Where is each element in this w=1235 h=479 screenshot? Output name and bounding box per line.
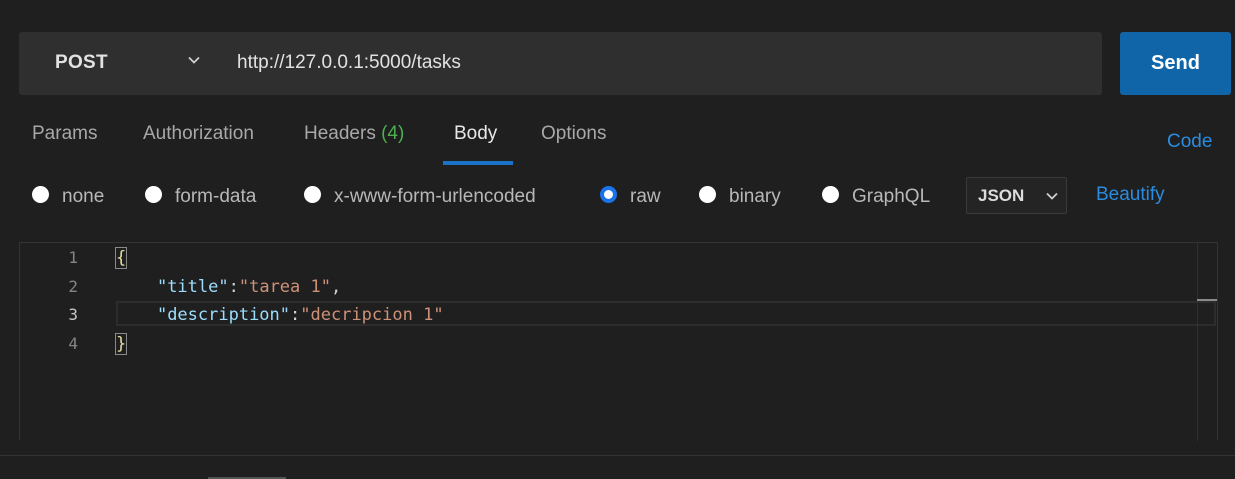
format-dropdown[interactable]: JSON <box>966 177 1067 214</box>
send-button[interactable]: Send <box>1120 32 1231 95</box>
json-colon: : <box>228 277 239 297</box>
tab-label: Authorization <box>143 123 254 144</box>
radio-label-form-data[interactable]: form-data <box>175 186 256 208</box>
line-number: 1 <box>68 248 78 267</box>
radio-label-none[interactable]: none <box>62 186 104 208</box>
scrollbar-cursor-marker <box>1197 299 1217 301</box>
editor-scrollbar[interactable] <box>1197 243 1198 441</box>
radio-graphql[interactable] <box>822 186 839 203</box>
active-tab-indicator <box>443 161 513 165</box>
tab-label: Options <box>541 123 607 144</box>
url-bar: POST http://127.0.0.1:5000/tasks <box>19 32 1102 95</box>
radio-label-graphql[interactable]: GraphQL <box>852 186 930 208</box>
json-colon: : <box>290 305 301 325</box>
code-line-3[interactable]: "description":"decripcion 1" <box>116 305 444 325</box>
tab-label: Params <box>32 123 98 144</box>
tab-headers[interactable]: Headers (4) <box>304 123 404 145</box>
line-number: 2 <box>68 277 78 296</box>
tab-options[interactable]: Options <box>541 123 606 145</box>
tab-body[interactable]: Body <box>454 123 497 145</box>
code-line-1[interactable]: { <box>114 247 128 269</box>
json-string-value: "decripcion 1" <box>300 305 444 325</box>
radio-label-raw[interactable]: raw <box>630 186 661 208</box>
line-number: 4 <box>68 334 78 353</box>
method-dropdown[interactable]: POST <box>19 32 219 95</box>
tab-label: Body <box>454 123 498 144</box>
tab-params[interactable]: Params <box>32 123 97 145</box>
code-line-4[interactable]: } <box>114 333 128 355</box>
body-editor[interactable]: 1 2 3 4 { "title":"tarea 1", "descriptio… <box>19 242 1218 441</box>
headers-count-badge: (4) <box>381 123 405 144</box>
tab-authorization[interactable]: Authorization <box>143 123 254 145</box>
radio-label-x-www-form-urlencoded[interactable]: x-www-form-urlencoded <box>334 186 536 208</box>
json-comma: , <box>330 277 342 297</box>
json-key: "title" <box>156 277 229 297</box>
json-string-value: "tarea 1" <box>238 277 331 297</box>
json-key: "description" <box>156 305 291 325</box>
panel-divider <box>0 455 1235 456</box>
json-brace-close: } <box>114 333 128 355</box>
radio-form-data[interactable] <box>145 186 162 203</box>
code-link[interactable]: Code <box>1167 131 1212 153</box>
line-number: 3 <box>68 305 78 324</box>
tab-label: Headers <box>304 123 376 144</box>
radio-x-www-form-urlencoded[interactable] <box>304 186 321 203</box>
chevron-down-icon <box>188 56 200 64</box>
radio-binary[interactable] <box>699 186 716 203</box>
radio-label-binary[interactable]: binary <box>729 186 781 208</box>
beautify-button[interactable]: Beautify <box>1096 184 1165 206</box>
format-label: JSON <box>978 186 1025 205</box>
radio-raw[interactable] <box>600 186 617 203</box>
code-line-2[interactable]: "title":"tarea 1", <box>116 277 341 297</box>
request-panel: POST http://127.0.0.1:5000/tasks Send Pa… <box>0 0 1235 479</box>
radio-none[interactable] <box>32 186 49 203</box>
chevron-down-icon <box>1046 192 1058 200</box>
json-brace-open: { <box>114 247 128 269</box>
url-input[interactable]: http://127.0.0.1:5000/tasks <box>237 52 461 74</box>
method-label: POST <box>55 52 108 73</box>
